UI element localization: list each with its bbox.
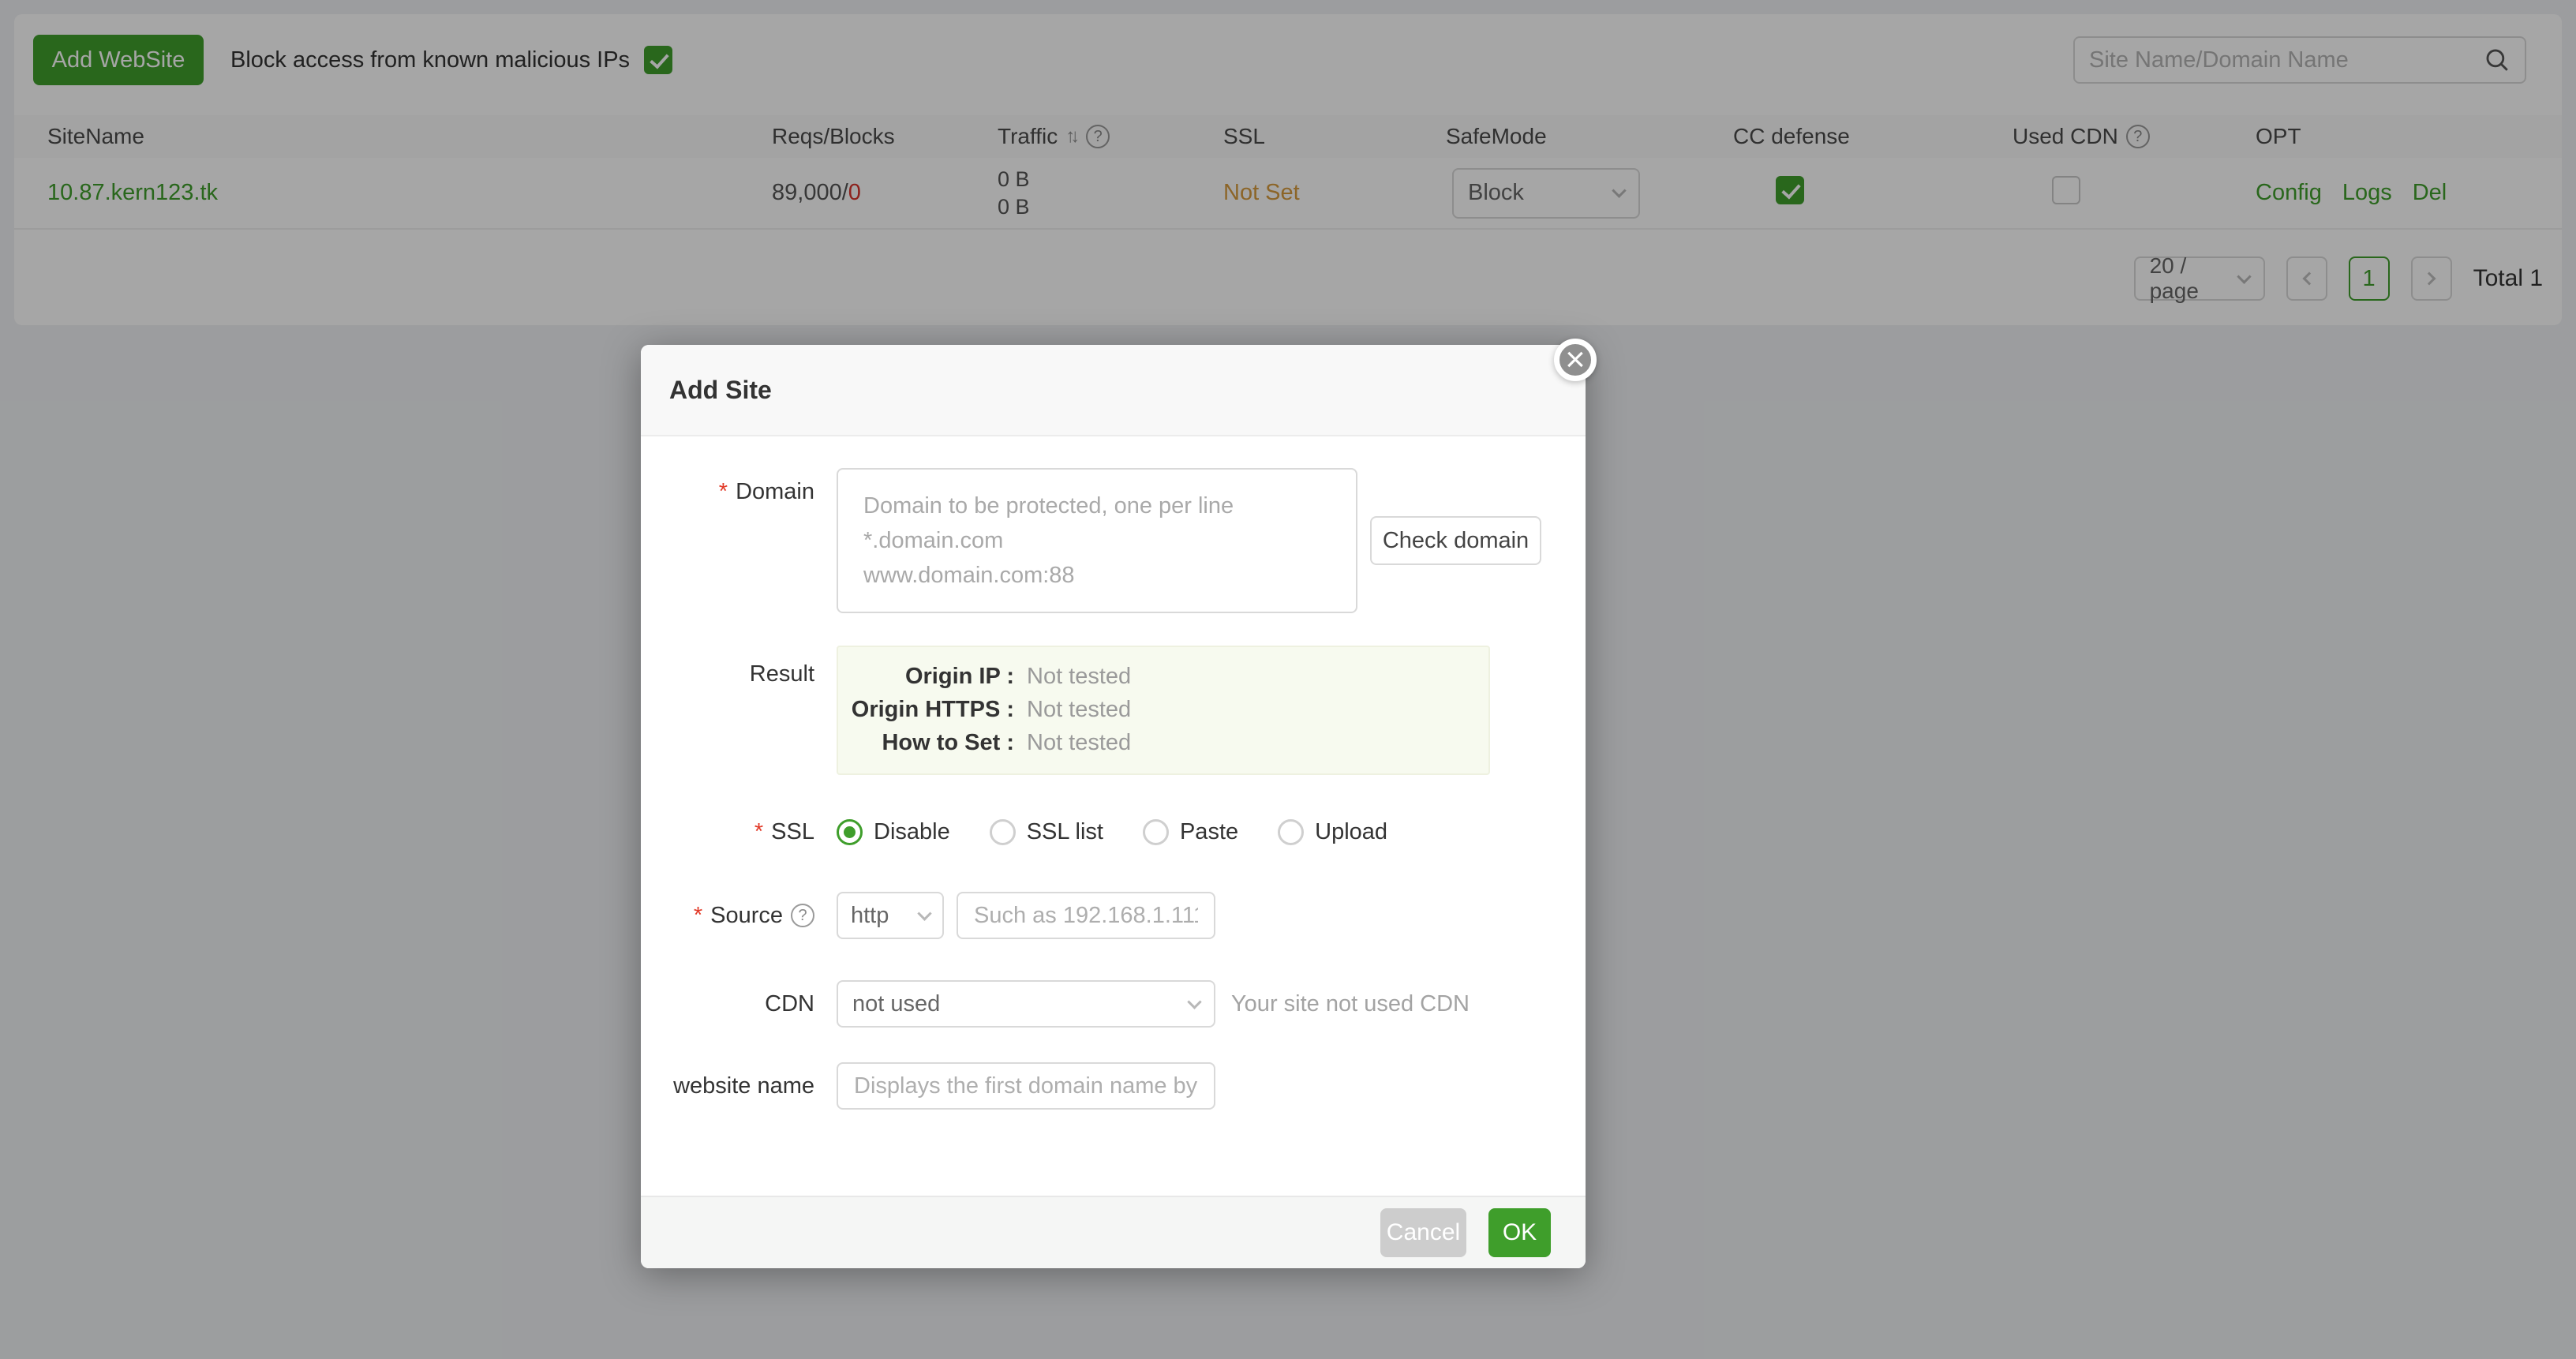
radio-icon	[990, 819, 1016, 845]
modal-header: Add Site	[641, 345, 1586, 436]
website-name-input[interactable]	[837, 1062, 1215, 1110]
domain-label: Domain	[641, 468, 837, 505]
ssl-option-label: SSL list	[1027, 819, 1103, 845]
ssl-option-label: Paste	[1180, 819, 1238, 845]
source-help-icon[interactable]: ?	[791, 904, 814, 927]
chevron-down-icon	[917, 906, 931, 920]
domain-placeholder-line: *.domain.com	[863, 523, 1331, 558]
source-row: Source ? http	[641, 892, 1586, 939]
modal-title: Add Site	[669, 376, 772, 405]
origin-https-label: Origin HTTPS :	[838, 693, 1014, 726]
source-address-input[interactable]	[957, 892, 1215, 939]
ok-button[interactable]: OK	[1488, 1208, 1551, 1257]
domain-row: Domain Domain to be protected, one per l…	[641, 468, 1586, 613]
result-line: Origin HTTPS : Not tested	[838, 693, 1488, 726]
domain-textarea[interactable]: Domain to be protected, one per line *.d…	[837, 468, 1357, 613]
ssl-label: SSL	[641, 819, 837, 845]
how-to-set-label: How to Set :	[838, 726, 1014, 759]
cdn-select[interactable]: not used	[837, 980, 1215, 1028]
source-protocol-select[interactable]: http	[837, 892, 944, 939]
origin-ip-label: Origin IP :	[838, 660, 1014, 693]
cdn-label: CDN	[641, 991, 837, 1017]
ssl-row: SSL Disable SSL list Paste Upload	[641, 810, 1586, 854]
radio-icon	[1278, 819, 1304, 845]
radio-selected-icon	[837, 819, 863, 845]
close-icon[interactable]: ×	[1554, 339, 1597, 381]
modal-body: Domain Domain to be protected, one per l…	[641, 436, 1586, 1110]
result-label: Result	[641, 646, 837, 687]
radio-icon	[1143, 819, 1169, 845]
domain-placeholder-line: Domain to be protected, one per line	[863, 489, 1331, 523]
origin-ip-value: Not tested	[1027, 660, 1131, 693]
domain-placeholder-line: www.domain.com:88	[863, 558, 1331, 593]
ssl-option-ssl-list[interactable]: SSL list	[990, 819, 1103, 845]
ssl-option-paste[interactable]: Paste	[1143, 819, 1238, 845]
result-box: Origin IP : Not tested Origin HTTPS : No…	[837, 646, 1490, 775]
cdn-row: CDN not used Your site not used CDN	[641, 980, 1586, 1028]
origin-https-value: Not tested	[1027, 693, 1131, 726]
ssl-option-label: Disable	[874, 819, 950, 845]
website-name-label: website name	[641, 1073, 837, 1099]
cdn-hint: Your site not used CDN	[1231, 991, 1470, 1017]
cdn-value: not used	[852, 991, 940, 1017]
modal-footer: Cancel OK	[641, 1196, 1586, 1268]
ssl-radio-group: Disable SSL list Paste Upload	[837, 819, 1387, 845]
cancel-button[interactable]: Cancel	[1380, 1208, 1466, 1257]
check-domain-button[interactable]: Check domain	[1370, 516, 1541, 565]
how-to-set-value: Not tested	[1027, 726, 1131, 759]
ssl-option-label: Upload	[1315, 819, 1387, 845]
source-protocol-value: http	[851, 903, 889, 929]
result-row: Result Origin IP : Not tested Origin HTT…	[641, 646, 1586, 775]
result-line: Origin IP : Not tested	[838, 660, 1488, 693]
ssl-option-upload[interactable]: Upload	[1278, 819, 1387, 845]
chevron-down-icon	[1187, 994, 1201, 1009]
result-line: How to Set : Not tested	[838, 726, 1488, 759]
add-site-modal: × Add Site Domain Domain to be protected…	[641, 345, 1586, 1268]
source-label-text: Source	[710, 903, 783, 929]
ssl-option-disable[interactable]: Disable	[837, 819, 950, 845]
source-label: Source ?	[641, 903, 837, 929]
website-name-row: website name	[641, 1062, 1586, 1110]
